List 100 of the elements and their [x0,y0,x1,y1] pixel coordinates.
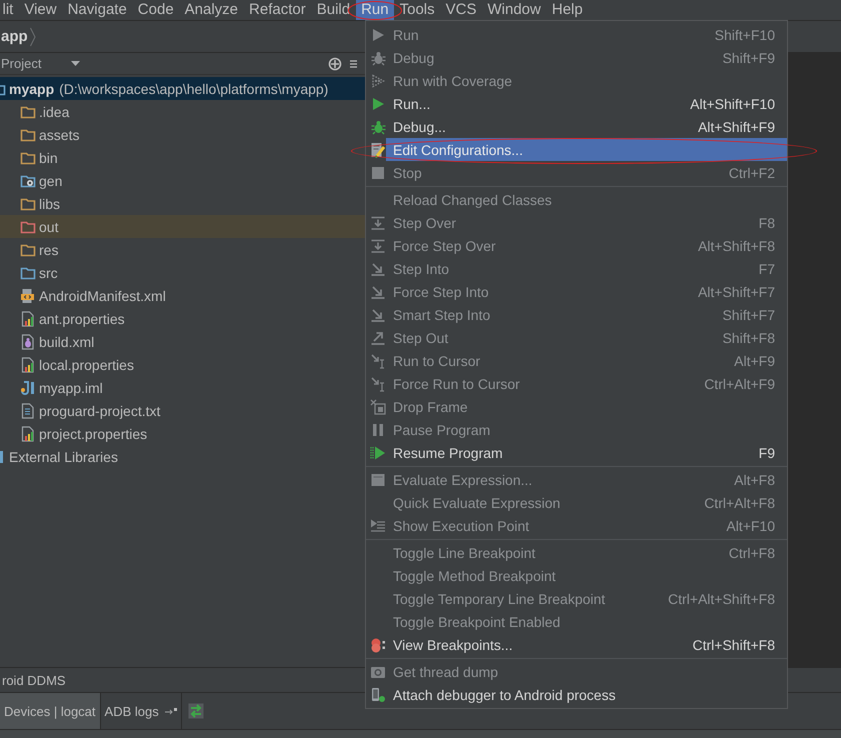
tree-item[interactable]: myapp.iml [0,376,365,399]
menu-item[interactable]: Debug Shift+F9 [366,46,787,69]
menu-item[interactable]: Step Out Shift+F8 [366,326,787,349]
shortcut-label: Alt+Shift+F10 [690,96,775,112]
menu-item[interactable]: Smart Step Into Shift+F7 [366,303,787,326]
menu-item[interactable]: Stop Ctrl+F2 [366,161,787,184]
menu-item[interactable]: Get thread dump [366,660,787,683]
menu-item[interactable]: Run Shift+F10 [366,23,787,46]
menu-item[interactable]: Force Step Over Alt+Shift+F8 [366,234,787,257]
drop-frame-icon [370,398,386,414]
bug-icon [370,118,386,134]
sync-icon[interactable] [188,703,204,719]
tree-item[interactable]: assets [0,123,365,146]
menu-item[interactable]: Run... Alt+Shift+F10 [366,92,787,115]
tree-item[interactable]: ant.properties [0,307,365,330]
menu-item[interactable]: Toggle Breakpoint Enabled [366,610,787,633]
menu-item[interactable]: Force Step Into Alt+Shift+F7 [366,280,787,303]
folder-icon [20,150,36,166]
menu-item[interactable]: Quick Evaluate Expression Ctrl+Alt+F8 [366,491,787,514]
phone-bug-icon [370,686,386,702]
menu-item[interactable]: Reload Changed Classes [366,188,787,211]
menu-bar-item[interactable]: Analyze [179,0,244,20]
menu-bar-item[interactable]: Navigate [62,0,132,20]
shortcut-label: Alt+Shift+F9 [698,118,775,134]
module-file-icon [20,380,36,396]
menu-bar-item[interactable]: Build [311,0,356,20]
menu-item[interactable]: Step Over F8 [366,211,787,234]
menu-item[interactable]: Force Run to Cursor Ctrl+Alt+F9 [366,372,787,395]
menu-item[interactable]: View Breakpoints... Ctrl+Shift+F8 [366,633,787,656]
menu-bar-item[interactable]: Window [482,0,546,20]
folder-icon [20,126,36,142]
dropdown-caret-icon[interactable] [71,61,80,66]
menu-item[interactable]: Step Into F7 [366,257,787,280]
properties-file-icon [20,310,36,326]
breadcrumb-item[interactable]: app [1,28,28,45]
tree-item[interactable]: AndroidManifest.xml [0,284,365,307]
shortcut-label: Alt+F8 [734,472,775,488]
menu-item[interactable]: Toggle Temporary Line Breakpoint Ctrl+Alt+Shift+F8 [366,587,787,610]
menu-item[interactable]: Show Execution Point Alt+F10 [366,514,787,537]
tree-item[interactable]: External Libraries [0,445,365,468]
shortcut-label: Shift+F9 [722,50,775,66]
panel-title[interactable]: Project [1,56,42,71]
menu-bar-item[interactable]: Code [132,0,180,20]
shortcut-label: F9 [758,444,775,460]
shortcut-label: Shift+F10 [714,26,775,42]
pin-icon[interactable] [164,707,177,715]
menu-item[interactable]: Evaluate Expression... Alt+F8 [366,468,787,491]
step-over-icon [370,238,386,254]
step-out-icon [370,330,386,346]
menu-item[interactable]: Pause Program [366,418,787,441]
tree-item[interactable]: build.xml [0,330,365,353]
menu-bar-item[interactable]: VCS [440,0,482,20]
menu-item[interactable]: Resume Program F9 [366,441,787,464]
target-icon[interactable] [328,56,342,70]
menu-item[interactable]: Run with Coverage [366,69,787,92]
shortcut-label: Shift+F8 [722,330,775,346]
tree-item[interactable]: .idea [0,100,365,123]
shortcut-label: Alt+Shift+F7 [698,284,775,300]
tree-item[interactable]: src [0,261,365,284]
shortcut-label: Alt+Shift+F8 [698,238,775,254]
menu-item[interactable]: Toggle Line Breakpoint Ctrl+F8 [366,541,787,564]
gear-folder-icon [20,172,36,188]
tab[interactable]: Devices | logcat [0,693,101,729]
text-file-icon [20,402,36,418]
menu-bar-item[interactable]: Help [546,0,588,20]
menu-item[interactable]: Debug... Alt+Shift+F9 [366,115,787,138]
step-over-icon [370,214,386,230]
menu-item[interactable]: Toggle Method Breakpoint [366,564,787,587]
tree-item[interactable]: out [0,215,365,238]
tree-item[interactable]: myapp (D:\workspaces\app\hello\platforms\myapp) [0,77,365,100]
menu-item[interactable]: Attach debugger to Android process [366,683,787,706]
tree-item[interactable]: res [0,238,365,261]
folder-icon [20,196,36,212]
tree-item[interactable]: project.properties [0,422,365,445]
coverage-icon [370,72,386,88]
shortcut-label: Ctrl+F2 [728,164,775,180]
menu-bar-item[interactable]: lit [0,0,19,20]
tree-item[interactable]: local.properties [0,353,365,376]
shortcut-label: Shift+F7 [722,306,775,322]
menu-bar-item[interactable]: Run [356,0,394,20]
shortcut-label: Ctrl+F8 [728,544,775,560]
bug-file-icon [20,334,36,350]
run-to-cursor-icon [370,376,386,392]
shortcut-label: Ctrl+Alt+F8 [704,494,775,510]
shortcut-label: F8 [758,214,775,230]
properties-file-icon [20,356,36,372]
menu-item[interactable]: Run to Cursor Alt+F9 [366,349,787,372]
tree-item[interactable]: proguard-project.txt [0,399,365,422]
stop-icon [370,164,386,180]
tree-item[interactable]: gen [0,169,365,192]
tree-item[interactable]: bin [0,146,365,169]
menu-item[interactable]: Drop Frame [366,395,787,418]
play-icon [370,26,386,42]
shortcut-label: Ctrl+Alt+Shift+F8 [668,590,775,606]
menu-bar-item[interactable]: View [18,0,62,20]
tree-item[interactable]: libs [0,192,365,215]
folder-icon [20,218,36,234]
collapse-icon[interactable] [350,58,357,70]
project-path: (D:\workspaces\app\hello\platforms\myapp) [59,80,328,96]
menu-bar-item[interactable]: Refactor [244,0,312,20]
